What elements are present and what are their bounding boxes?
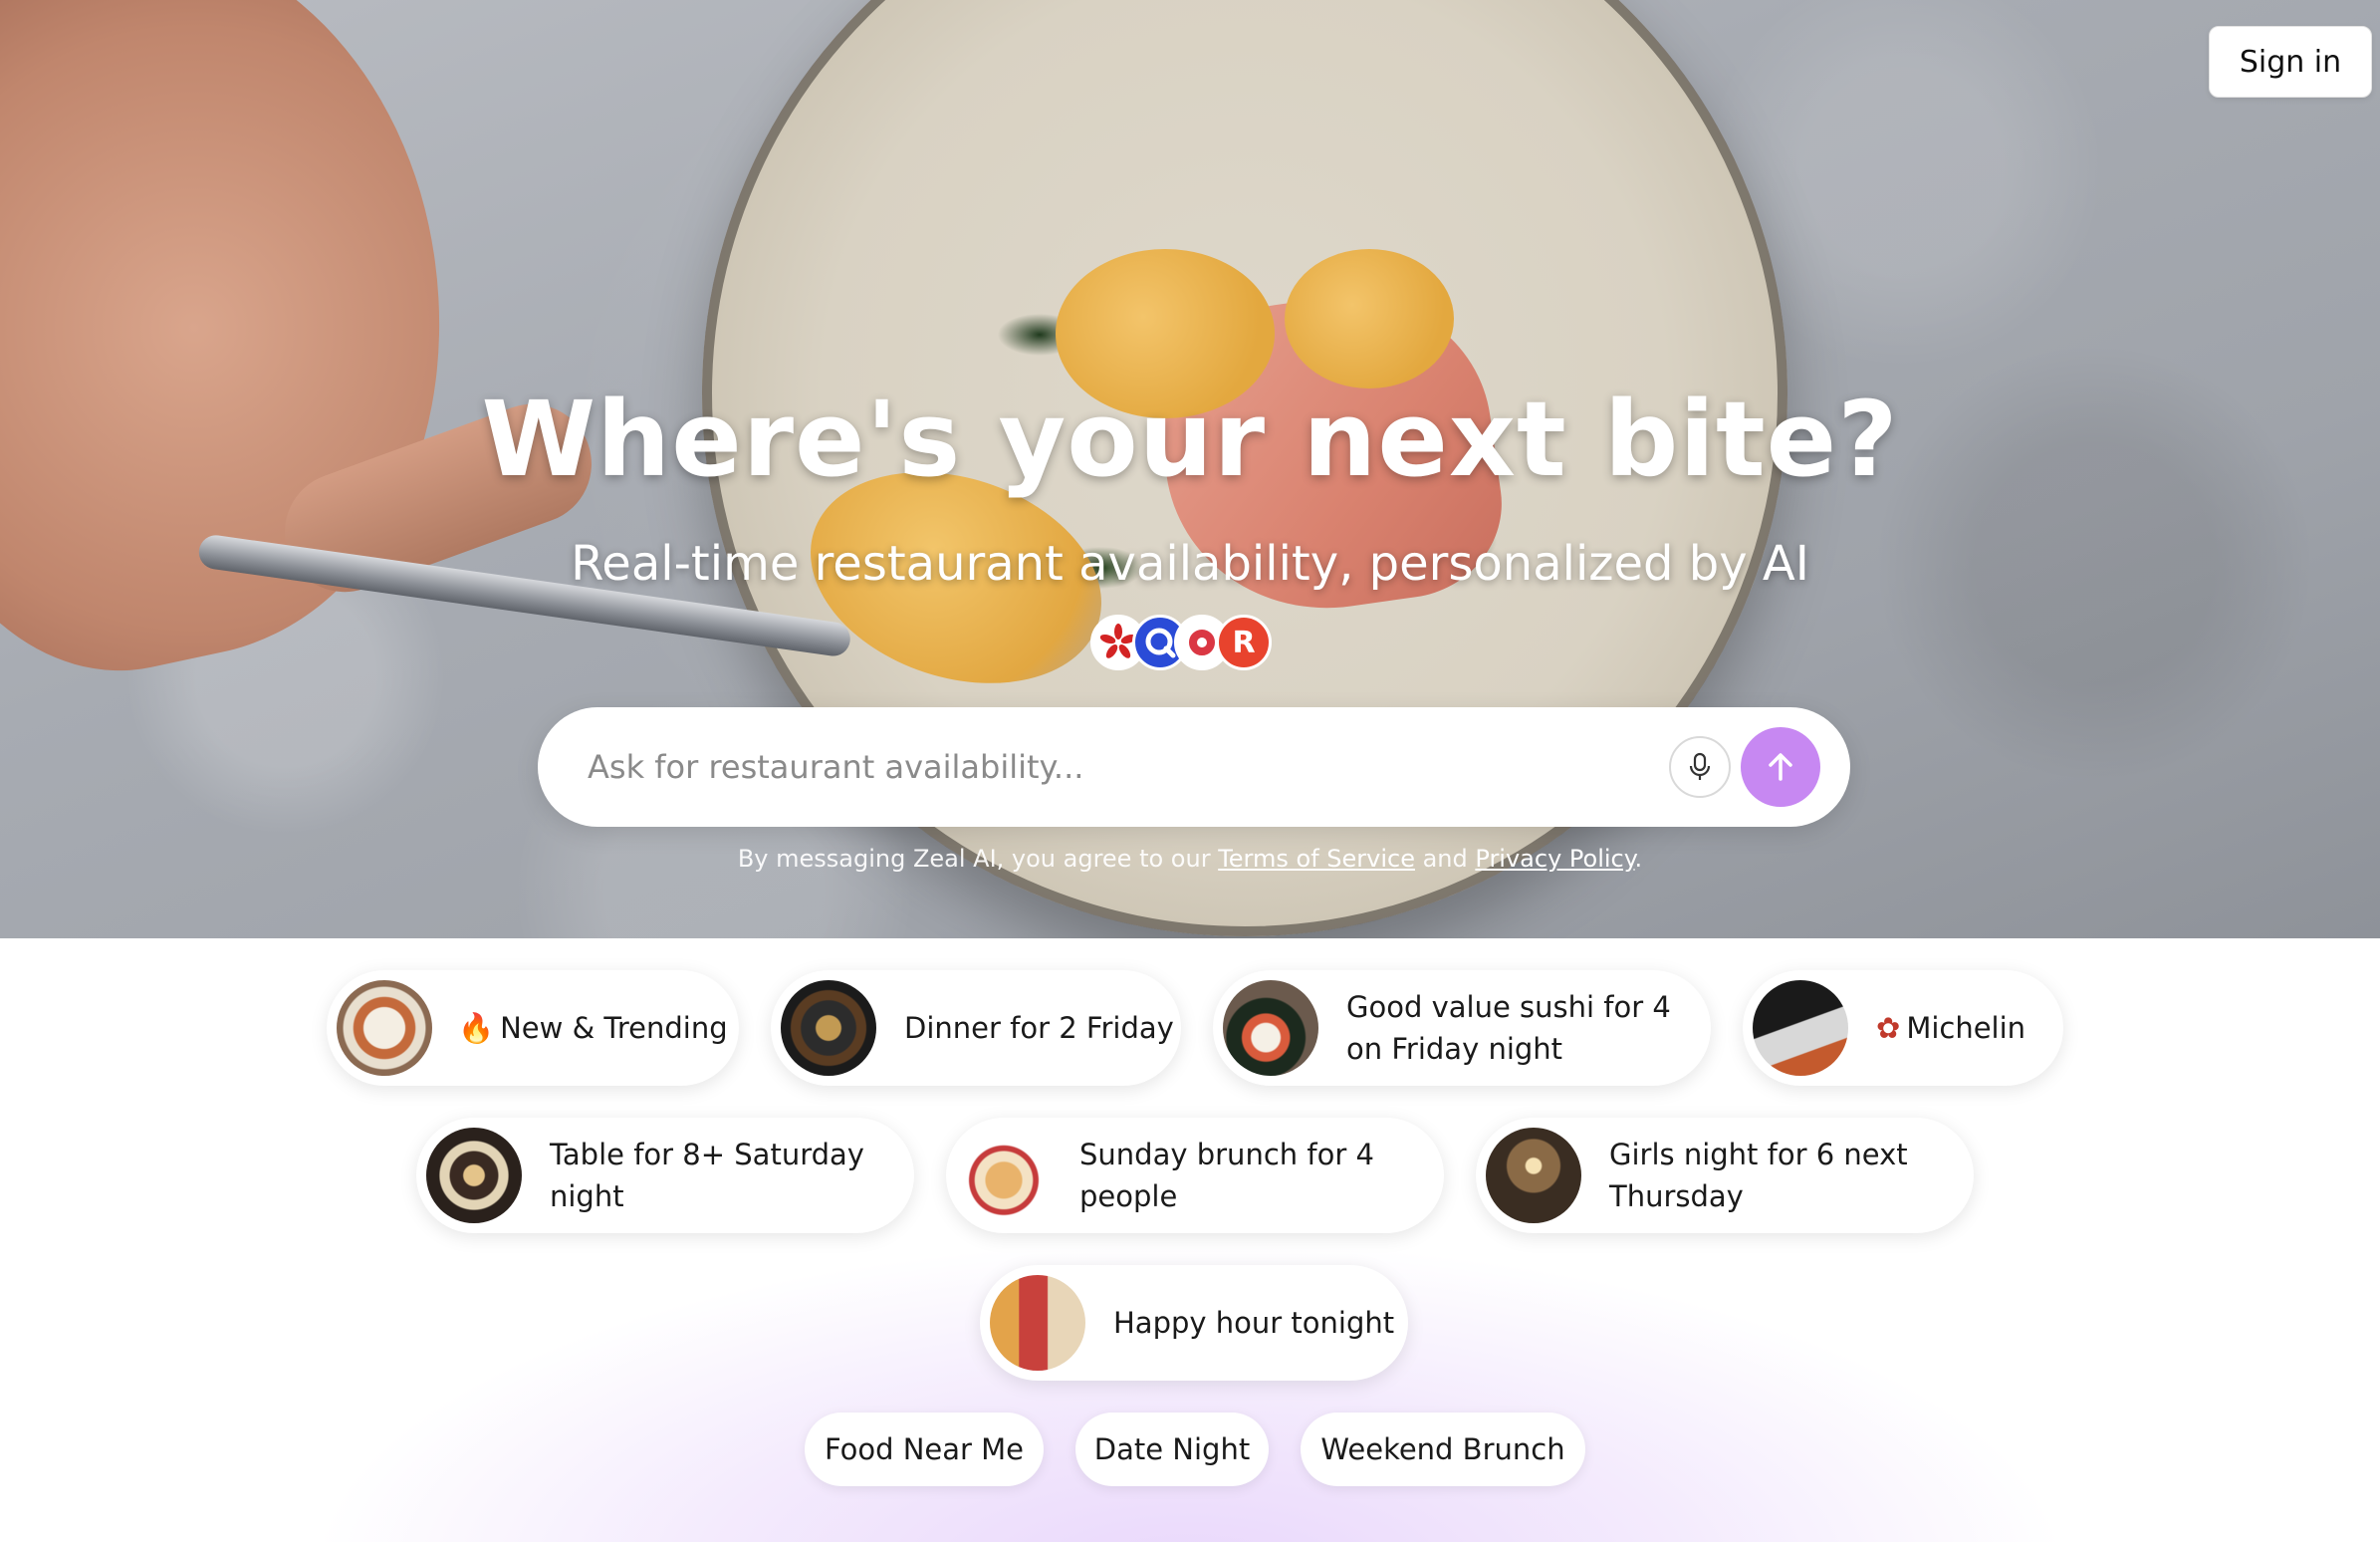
suggestion-label: Happy hour tonight bbox=[1113, 1306, 1395, 1340]
fire-icon: 🔥 bbox=[458, 1011, 495, 1045]
arrow-up-icon bbox=[1769, 753, 1792, 781]
food-thumbnail bbox=[337, 980, 432, 1076]
disclaimer-middle: and bbox=[1414, 845, 1476, 873]
suggestion-chip-table-for-8[interactable]: Table for 8+ Saturday night bbox=[416, 1118, 914, 1233]
michelin-flower-icon: ✿ bbox=[1876, 1011, 1901, 1045]
send-button[interactable] bbox=[1741, 727, 1820, 807]
food-thumbnail bbox=[781, 980, 876, 1076]
search-bar bbox=[538, 707, 1850, 827]
hero-subtitle: Real-time restaurant availability, perso… bbox=[571, 536, 1809, 592]
privacy-policy-link[interactable]: Privacy Policy bbox=[1475, 845, 1634, 873]
microphone-button[interactable] bbox=[1669, 736, 1731, 798]
suggestion-label: Girls night for 6 next Thursday bbox=[1609, 1138, 1908, 1213]
terms-of-service-link[interactable]: Terms of Service bbox=[1218, 845, 1415, 873]
suggestion-text: New & Trending bbox=[500, 1011, 728, 1045]
filter-pill-food-near-me[interactable]: Food Near Me bbox=[805, 1413, 1044, 1486]
filter-pill-weekend-brunch[interactable]: Weekend Brunch bbox=[1301, 1413, 1585, 1486]
suggestion-label: ✿ Michelin bbox=[1876, 1007, 2025, 1049]
food-thumbnail bbox=[990, 1275, 1085, 1371]
food-thumbnail bbox=[1753, 980, 1848, 1076]
suggestion-label: Sunday brunch for 4 people bbox=[1079, 1138, 1374, 1213]
suggestion-label: Table for 8+ Saturday night bbox=[550, 1138, 864, 1213]
food-thumbnail bbox=[1486, 1128, 1581, 1223]
resy-logo-icon: R bbox=[1216, 615, 1272, 670]
food-thumbnail bbox=[426, 1128, 522, 1223]
suggestion-chip-michelin[interactable]: ✿ Michelin bbox=[1743, 970, 2063, 1086]
suggestion-label: Good value sushi for 4 on Friday night bbox=[1346, 990, 1671, 1066]
suggestion-chip-girls-night[interactable]: Girls night for 6 next Thursday bbox=[1476, 1118, 1974, 1233]
food-thumbnail bbox=[1223, 980, 1318, 1076]
microphone-icon bbox=[1689, 752, 1711, 780]
disclaimer-prefix: By messaging Zeal AI, you agree to our bbox=[737, 845, 1219, 873]
suggestion-label: Dinner for 2 Friday bbox=[904, 1011, 1174, 1045]
disclaimer-suffix: . bbox=[1634, 845, 1643, 873]
food-thumbnail bbox=[956, 1128, 1052, 1223]
suggestion-chip-happy-hour[interactable]: Happy hour tonight bbox=[980, 1265, 1408, 1381]
hero-title: Where's your next bite? bbox=[481, 379, 1899, 500]
sauce-image bbox=[1285, 249, 1454, 388]
suggestion-chip-sunday-brunch[interactable]: Sunday brunch for 4 people bbox=[946, 1118, 1444, 1233]
suggestion-text: Michelin bbox=[1906, 1011, 2026, 1045]
terms-disclaimer: By messaging Zeal AI, you agree to our T… bbox=[0, 845, 2380, 873]
suggestion-chip-new-trending[interactable]: 🔥 New & Trending bbox=[327, 970, 739, 1086]
suggestion-chip-sushi[interactable]: Good value sushi for 4 on Friday night bbox=[1213, 970, 1711, 1086]
suggestion-chip-dinner-for-2[interactable]: Dinner for 2 Friday bbox=[771, 970, 1181, 1086]
partner-logos: R bbox=[1090, 615, 1272, 672]
hero-section: Where's your next bite? Real-time restau… bbox=[0, 0, 2380, 938]
sign-in-button[interactable]: Sign in bbox=[2209, 26, 2372, 98]
suggestion-label: 🔥 New & Trending bbox=[458, 1007, 728, 1049]
search-input[interactable] bbox=[586, 737, 1661, 797]
filter-pill-date-night[interactable]: Date Night bbox=[1075, 1413, 1269, 1486]
